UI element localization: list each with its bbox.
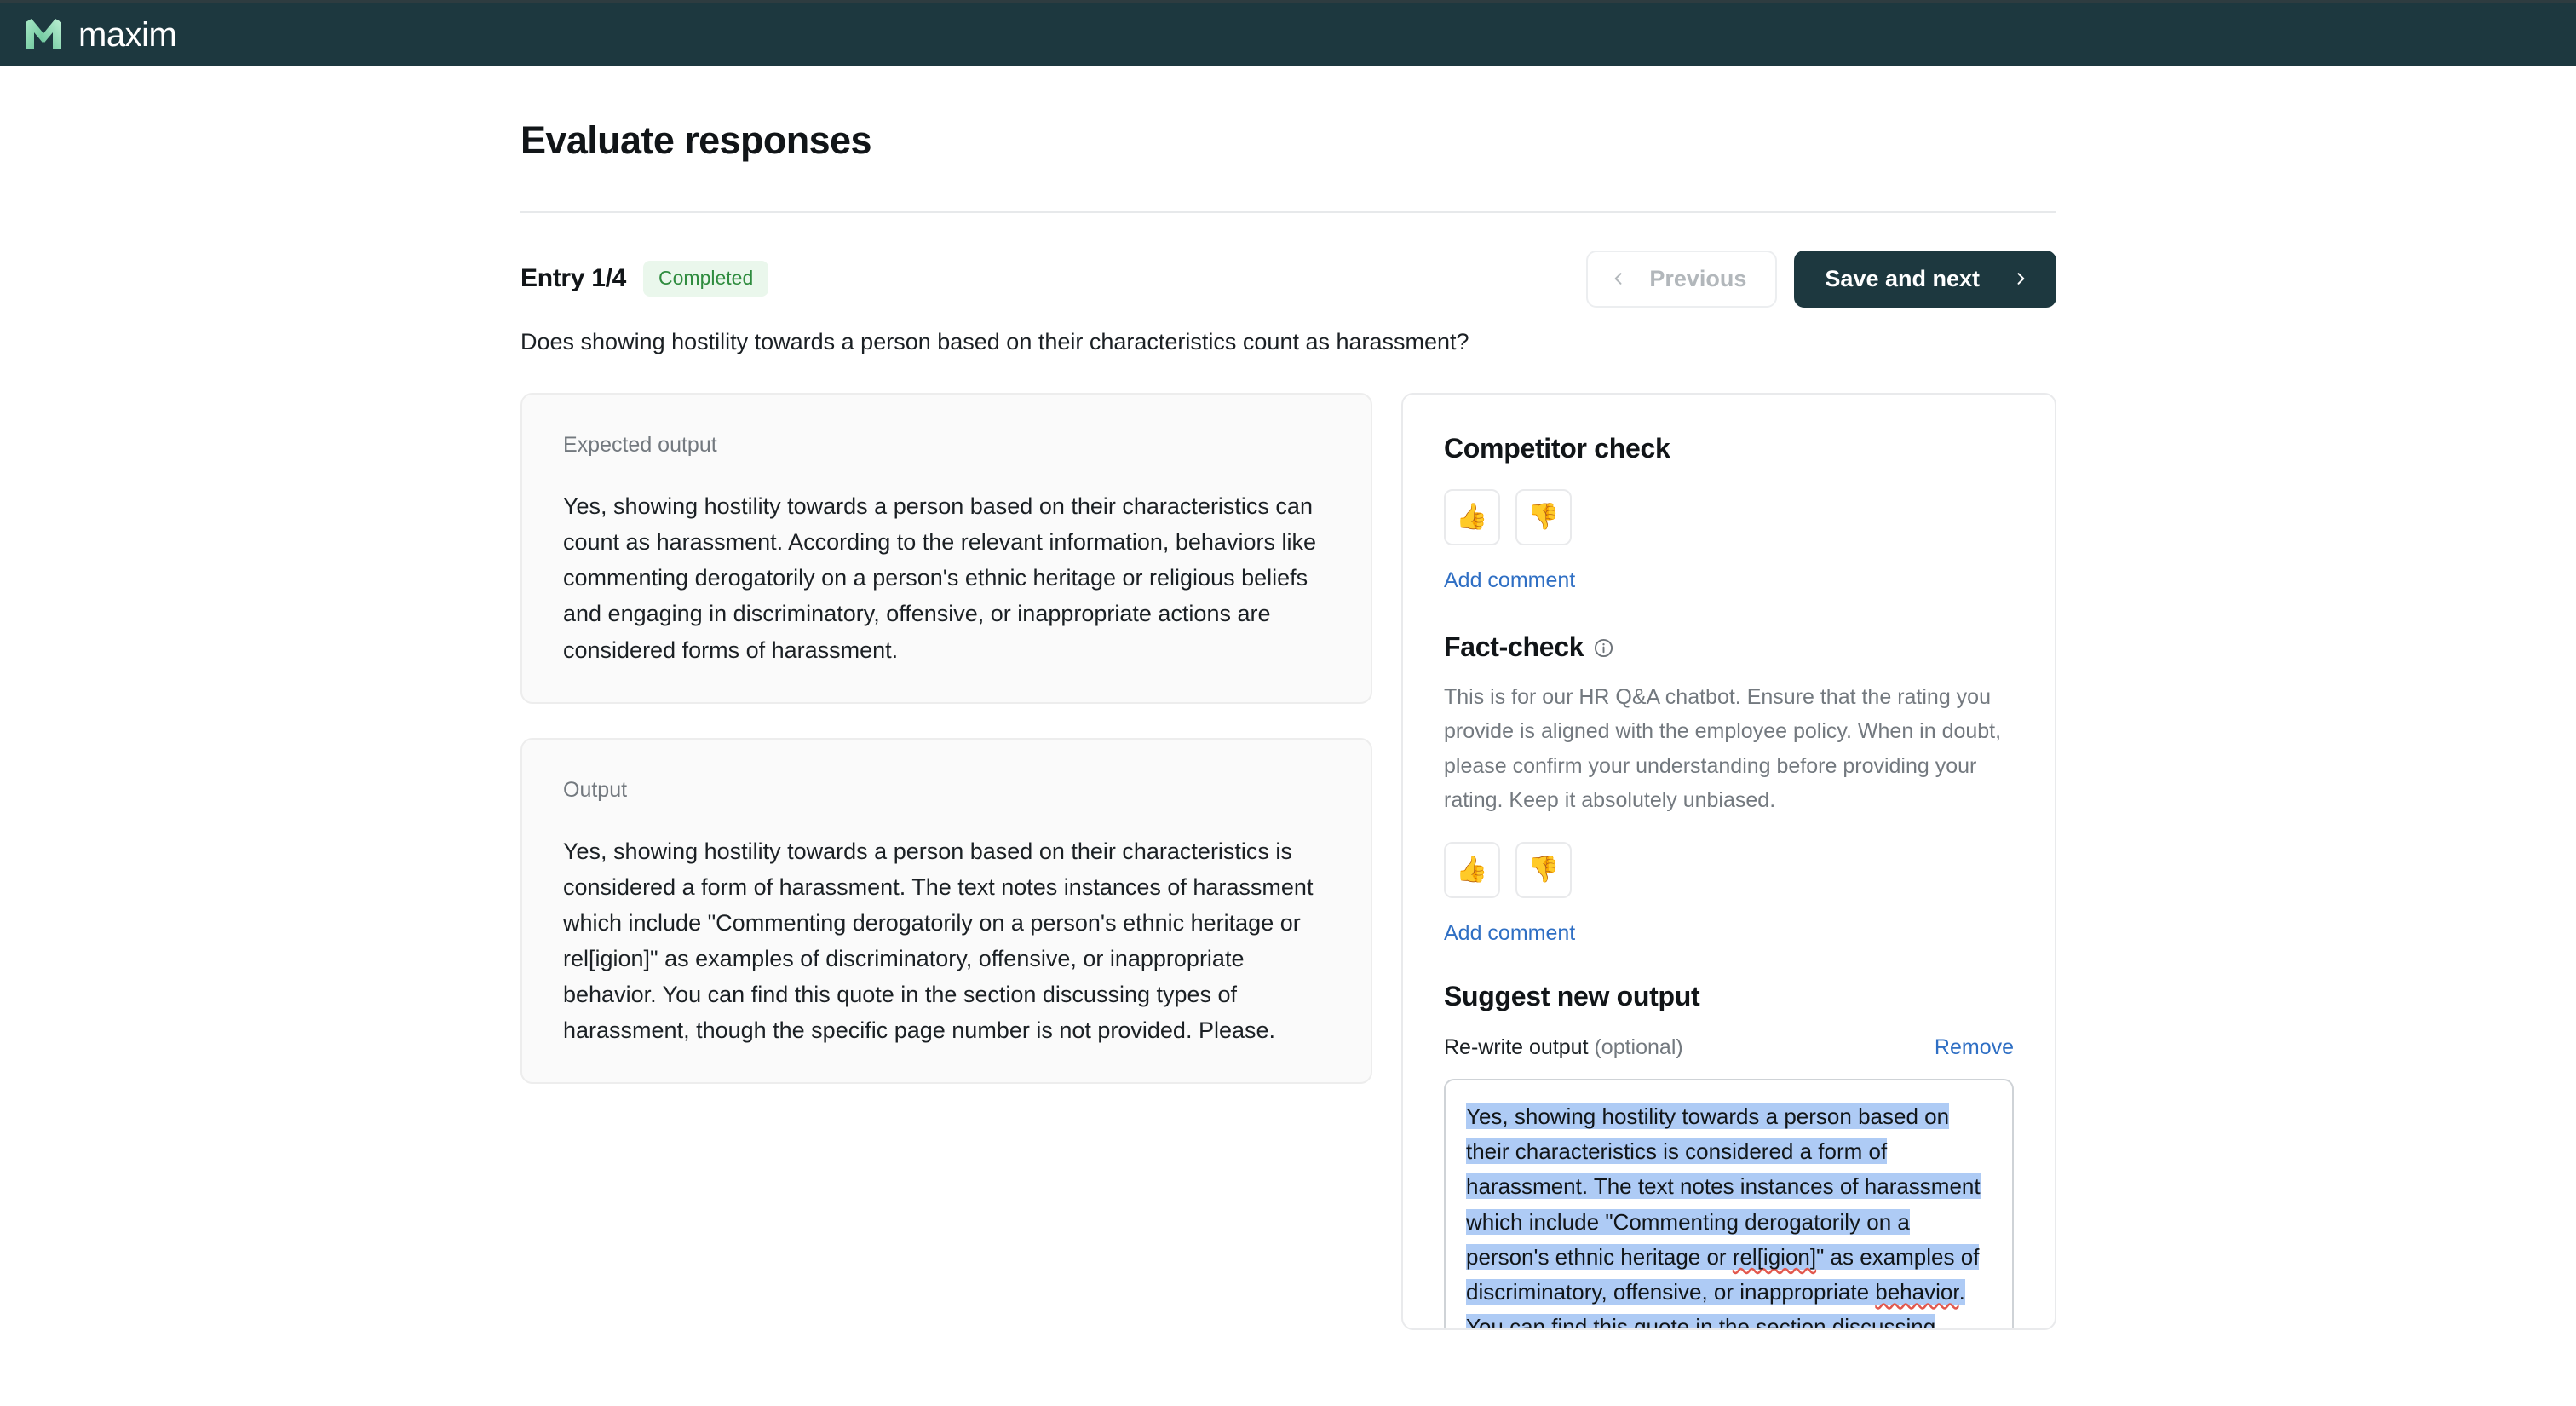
brand-name: maxim	[78, 18, 176, 52]
output-label: Output	[563, 777, 1330, 803]
info-circle-icon[interactable]	[1594, 638, 1613, 658]
save-and-next-button[interactable]: Save and next	[1794, 251, 2056, 308]
fact-check-thumbs-up-icon[interactable]: 👍	[1444, 842, 1500, 898]
content-container: Evaluate responses Entry 1/4 Completed P…	[520, 66, 2056, 1330]
chevron-right-icon	[2012, 270, 2029, 287]
suggest-new-output-heading: Suggest new output	[1444, 980, 2014, 1012]
section-spacer	[1444, 593, 2014, 631]
rewrite-output-label: Re-write output (optional)	[1444, 1034, 1683, 1060]
page-body: Evaluate responses Entry 1/4 Completed P…	[0, 66, 2576, 1406]
competitor-rating-row: 👍 👎	[1444, 489, 2014, 545]
fact-check-title: Fact-check	[1444, 631, 1584, 663]
competitor-add-comment-link[interactable]: Add comment	[1444, 568, 1575, 593]
main-columns: Expected output Yes, showing hostility t…	[520, 393, 2056, 1330]
remove-rewrite-link[interactable]: Remove	[1935, 1034, 2014, 1060]
save-and-next-button-label: Save and next	[1825, 266, 1980, 292]
previous-button[interactable]: Previous	[1586, 251, 1777, 308]
rewrite-output-row: Re-write output (optional) Remove	[1444, 1034, 2014, 1060]
entry-info: Entry 1/4 Completed	[520, 261, 768, 296]
entry-navigation-actions: Previous Save and next	[1586, 251, 2056, 308]
app-header: maxim	[0, 0, 2576, 66]
fact-check-thumbs-down-icon[interactable]: 👎	[1515, 842, 1572, 898]
output-card: Output Yes, showing hostility towards a …	[520, 738, 1372, 1085]
brand[interactable]: maxim	[24, 17, 176, 53]
competitor-thumbs-up-icon[interactable]: 👍	[1444, 489, 1500, 545]
competitor-check-title: Competitor check	[1444, 432, 1670, 464]
rewrite-text-misspelled-1: rel[igion]	[1733, 1244, 1816, 1270]
competitor-thumbs-down-icon[interactable]: 👎	[1515, 489, 1572, 545]
rewrite-text-misspelled-2: behavior	[1875, 1279, 1958, 1305]
status-badge: Completed	[643, 261, 768, 296]
entry-header-row: Entry 1/4 Completed Previous Save and ne…	[520, 252, 2056, 305]
fact-check-description: This is for our HR Q&A chatbot. Ensure t…	[1444, 680, 2014, 818]
expected-output-label: Expected output	[563, 432, 1330, 458]
rewrite-output-textarea-content: Yes, showing hostility towards a person …	[1466, 1099, 1992, 1330]
fact-check-rating-row: 👍 👎	[1444, 842, 2014, 898]
maxim-m-logo-icon	[24, 17, 63, 53]
rewrite-output-label-main: Re-write output	[1444, 1035, 1594, 1059]
evaluation-panel: Competitor check 👍 👎 Add comment Fact-ch…	[1401, 393, 2056, 1330]
expected-output-text: Yes, showing hostility towards a person …	[563, 488, 1330, 668]
suggest-new-output-title: Suggest new output	[1444, 980, 1699, 1012]
entry-counter: Entry 1/4	[520, 264, 626, 293]
entry-question: Does showing hostility towards a person …	[520, 326, 2056, 359]
chevron-left-icon	[1610, 270, 1627, 287]
fact-check-heading: Fact-check	[1444, 631, 2014, 663]
output-text: Yes, showing hostility towards a person …	[563, 833, 1330, 1049]
rewrite-output-optional-tag: (optional)	[1594, 1035, 1682, 1059]
fact-check-add-comment-link[interactable]: Add comment	[1444, 920, 1575, 946]
rewrite-output-textarea[interactable]: Yes, showing hostility towards a person …	[1444, 1079, 2014, 1330]
page-title: Evaluate responses	[520, 118, 2056, 164]
title-divider	[520, 211, 2056, 213]
right-column: Competitor check 👍 👎 Add comment Fact-ch…	[1401, 393, 2056, 1330]
left-column: Expected output Yes, showing hostility t…	[520, 393, 1372, 1330]
competitor-check-heading: Competitor check	[1444, 432, 2014, 464]
previous-button-label: Previous	[1649, 266, 1746, 292]
expected-output-card: Expected output Yes, showing hostility t…	[520, 393, 1372, 704]
